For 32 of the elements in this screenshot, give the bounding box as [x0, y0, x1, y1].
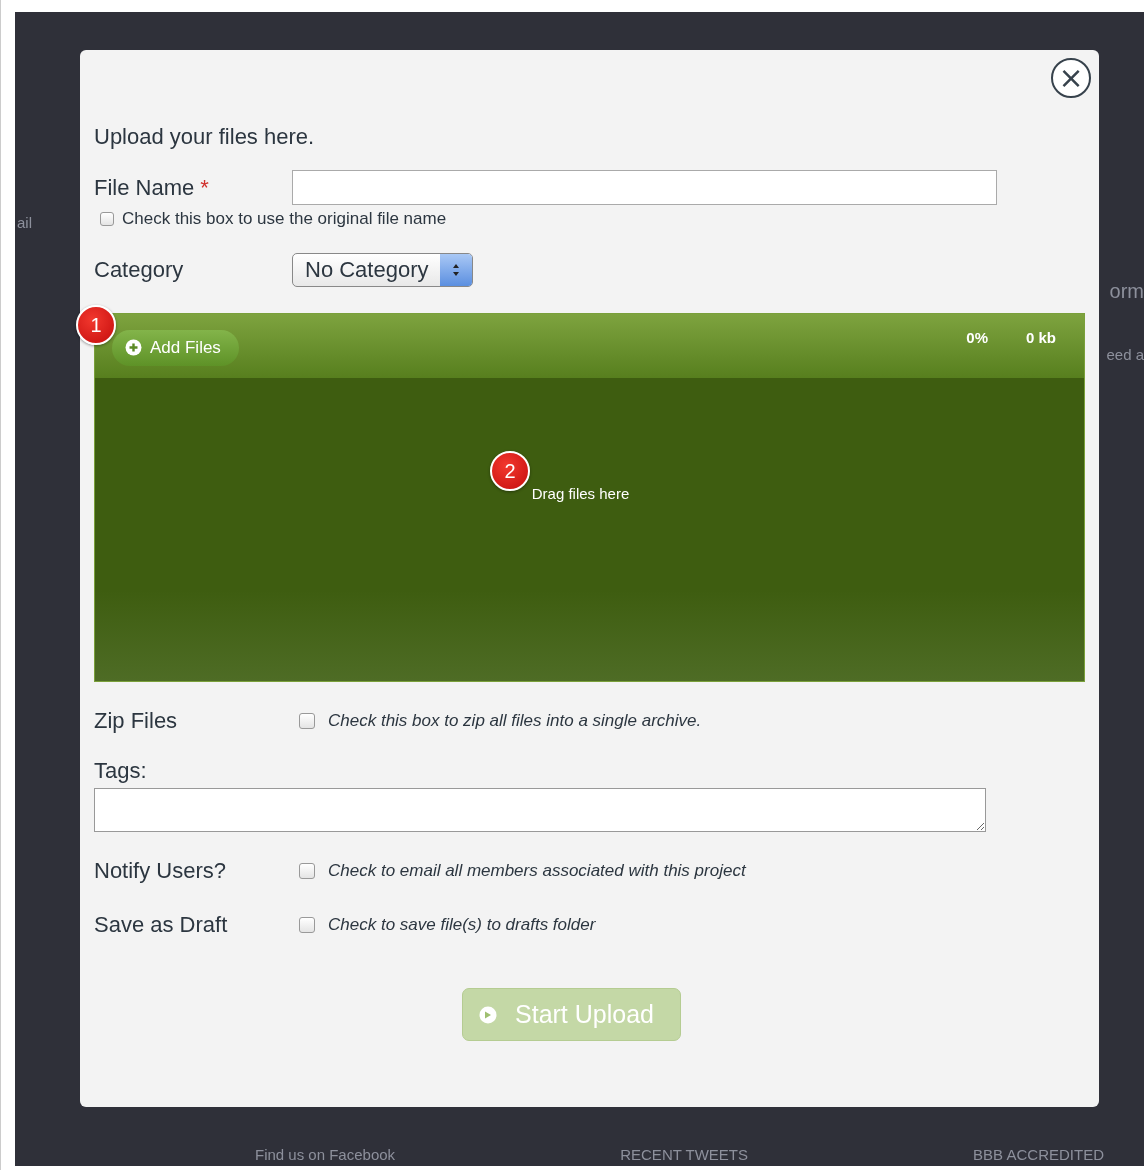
- field-label: Zip Files: [94, 708, 179, 734]
- field-label: Save as Draft: [94, 912, 229, 938]
- background-text: orm: [1109, 280, 1144, 303]
- background-text: ail: [17, 214, 32, 231]
- progress-percent: 0%: [966, 328, 988, 346]
- checkbox[interactable]: [299, 917, 315, 933]
- footer-heading: Find us on Facebook: [255, 1146, 396, 1164]
- tags-field[interactable]: [94, 788, 986, 832]
- checkbox[interactable]: [299, 863, 315, 879]
- dialog-heading: Upload your files here.: [94, 124, 316, 150]
- checkbox-label: Check this box to zip all files into a single archive.: [328, 711, 702, 731]
- category-select[interactable]: No Category: [292, 253, 473, 287]
- field-label: Tags:: [94, 758, 148, 784]
- field-label: Category: [94, 257, 185, 283]
- drop-hint: Drag files here: [531, 485, 630, 504]
- field-label: File Name *: [94, 174, 210, 201]
- play-icon: [479, 1005, 497, 1024]
- footer-heading: BBB ACCREDITED: [973, 1146, 1104, 1164]
- upload-size: 0 kb: [1026, 328, 1056, 346]
- background-text: eed a: [1106, 346, 1144, 363]
- field-label: Notify Users?: [94, 858, 228, 884]
- callout-badge: 1: [76, 305, 116, 345]
- close-button[interactable]: ×: [1051, 58, 1091, 98]
- checkbox[interactable]: [100, 212, 114, 226]
- plus-icon: [125, 339, 142, 356]
- checkbox[interactable]: [299, 713, 315, 729]
- checkbox-label: Check to email all members associated with this project: [328, 861, 746, 881]
- checkbox-label: Check this box to use the original file name: [122, 209, 447, 229]
- checkbox-label: Check to save file(s) to drafts folder: [328, 915, 596, 935]
- file-name-field[interactable]: [292, 170, 997, 205]
- stepper-arrows-icon: [451, 262, 461, 278]
- footer-heading: RECENT TWEETS: [620, 1146, 748, 1164]
